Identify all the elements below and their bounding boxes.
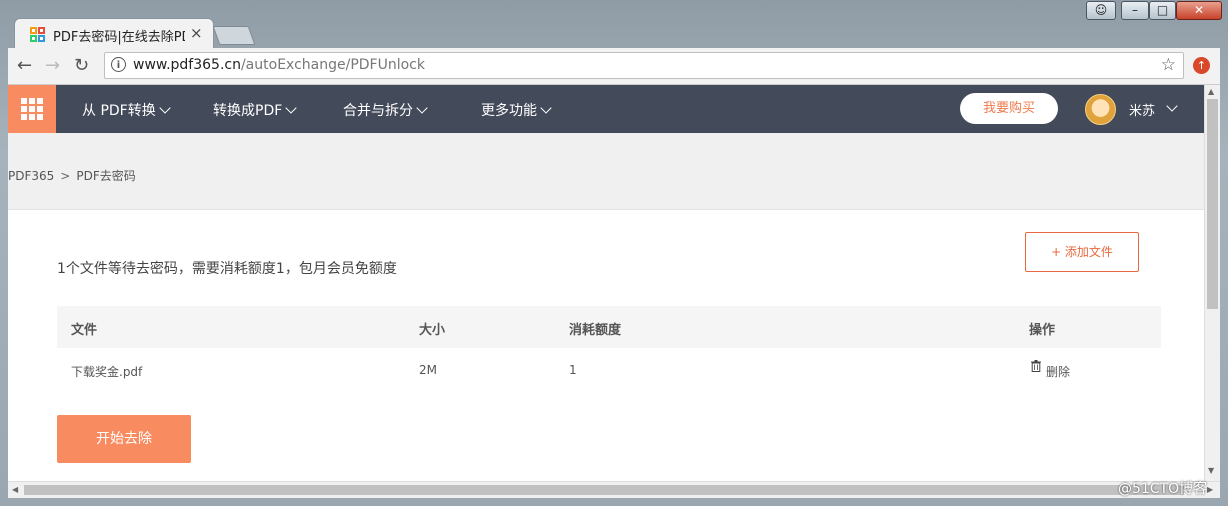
address-bar[interactable]: i www.pdf365.cn/autoExchange/PDFUnlock ☆ bbox=[104, 52, 1184, 79]
column-header-action: 操作 bbox=[1029, 323, 1056, 338]
start-remove-button[interactable]: 开始去除 bbox=[57, 415, 191, 463]
new-tab-button[interactable] bbox=[212, 26, 256, 45]
site-info-icon[interactable]: i bbox=[111, 57, 126, 72]
menu-merge-split[interactable]: 合并与拆分 bbox=[343, 100, 428, 120]
scroll-right-icon[interactable]: ▶ bbox=[1207, 485, 1213, 494]
trash-icon[interactable] bbox=[1031, 360, 1041, 372]
menu-to-pdf[interactable]: 转换成PDF bbox=[213, 100, 297, 120]
extension-icon[interactable]: ↑ bbox=[1193, 57, 1210, 74]
table-header: 文件 大小 消耗额度 操作 bbox=[57, 306, 1161, 348]
back-arrow-icon[interactable]: ← bbox=[17, 55, 32, 76]
user-profile-button[interactable]: ☺ bbox=[1086, 1, 1116, 20]
column-header-cost: 消耗额度 bbox=[569, 323, 622, 338]
buy-button[interactable]: 我要购买 bbox=[960, 93, 1058, 124]
bookmark-star-icon[interactable]: ☆ bbox=[1161, 55, 1176, 75]
tab-close-icon[interactable]: × bbox=[190, 24, 203, 42]
pdf365-favicon-icon bbox=[30, 27, 45, 42]
url-text[interactable]: www.pdf365.cn/autoExchange/PDFUnlock bbox=[133, 57, 425, 73]
minimize-button[interactable]: – bbox=[1121, 1, 1149, 20]
scroll-left-icon[interactable]: ◀ bbox=[12, 485, 18, 494]
scroll-up-icon[interactable]: ▲ bbox=[1208, 87, 1214, 96]
web-page: 从 PDF转换 转换成PDF 合并与拆分 更多功能 我要购买 米苏 PDF365… bbox=[8, 85, 1204, 481]
tab-title: PDF去密码|在线去除PDF bbox=[53, 30, 185, 45]
delete-link[interactable]: 删除 bbox=[1046, 363, 1070, 380]
file-size: 2M bbox=[419, 363, 437, 377]
breadcrumb-separator: > bbox=[60, 169, 71, 183]
vertical-scroll-thumb[interactable] bbox=[1207, 99, 1218, 309]
chevron-down-icon bbox=[540, 102, 552, 114]
url-host: www.pdf365.cn bbox=[133, 57, 241, 73]
add-file-button[interactable]: + 添加文件 bbox=[1025, 232, 1139, 272]
user-icon: ☺ bbox=[1094, 3, 1108, 17]
status-note: 1个文件等待去密码，需要消耗额度1，包月会员免额度 bbox=[57, 261, 397, 277]
avatar[interactable] bbox=[1085, 94, 1116, 125]
column-header-size: 大小 bbox=[419, 323, 446, 338]
close-window-button[interactable]: ✕ bbox=[1176, 1, 1222, 20]
menu-from-pdf[interactable]: 从 PDF转换 bbox=[82, 100, 171, 120]
horizontal-scroll-thumb[interactable] bbox=[24, 485, 1184, 495]
scroll-down-icon[interactable]: ▼ bbox=[1208, 466, 1214, 475]
chevron-down-icon bbox=[416, 102, 428, 114]
vertical-scrollbar[interactable]: ▲ ▼ bbox=[1204, 85, 1220, 481]
maximize-button[interactable]: □ bbox=[1149, 1, 1176, 20]
unlock-panel: 1个文件等待去密码，需要消耗额度1，包月会员免额度 + 添加文件 文件 大小 消… bbox=[8, 209, 1204, 481]
horizontal-scrollbar[interactable]: ◀ ▶ bbox=[8, 481, 1220, 498]
forward-arrow-icon[interactable]: → bbox=[45, 55, 60, 76]
watermark: @51CTO博客 bbox=[1118, 481, 1208, 497]
browser-toolbar: ← → ↻ i www.pdf365.cn/autoExchange/PDFUn… bbox=[8, 48, 1220, 85]
column-header-file: 文件 bbox=[71, 323, 98, 338]
reload-icon[interactable]: ↻ bbox=[74, 55, 89, 76]
file-cost: 1 bbox=[569, 363, 577, 377]
user-chevron-down-icon[interactable] bbox=[1166, 100, 1178, 112]
breadcrumb-home[interactable]: PDF365 bbox=[8, 169, 54, 183]
site-top-nav: 从 PDF转换 转换成PDF 合并与拆分 更多功能 我要购买 米苏 bbox=[8, 85, 1204, 133]
chevron-down-icon bbox=[159, 102, 171, 114]
browser-tab[interactable]: PDF去密码|在线去除PDF × bbox=[14, 18, 214, 48]
browser-window: ☺ – □ ✕ PDF去密码|在线去除PDF × ← → ↻ i www.pdf… bbox=[0, 0, 1228, 506]
breadcrumb-current: PDF去密码 bbox=[76, 169, 136, 183]
file-name: 下载奖金.pdf bbox=[71, 365, 143, 379]
apps-grid-icon[interactable] bbox=[8, 85, 56, 133]
menu-more[interactable]: 更多功能 bbox=[481, 100, 552, 120]
username[interactable]: 米苏 bbox=[1129, 100, 1155, 119]
chevron-down-icon bbox=[285, 102, 297, 114]
url-path: /autoExchange/PDFUnlock bbox=[240, 57, 425, 73]
breadcrumb: PDF365 > PDF去密码 bbox=[8, 167, 136, 184]
